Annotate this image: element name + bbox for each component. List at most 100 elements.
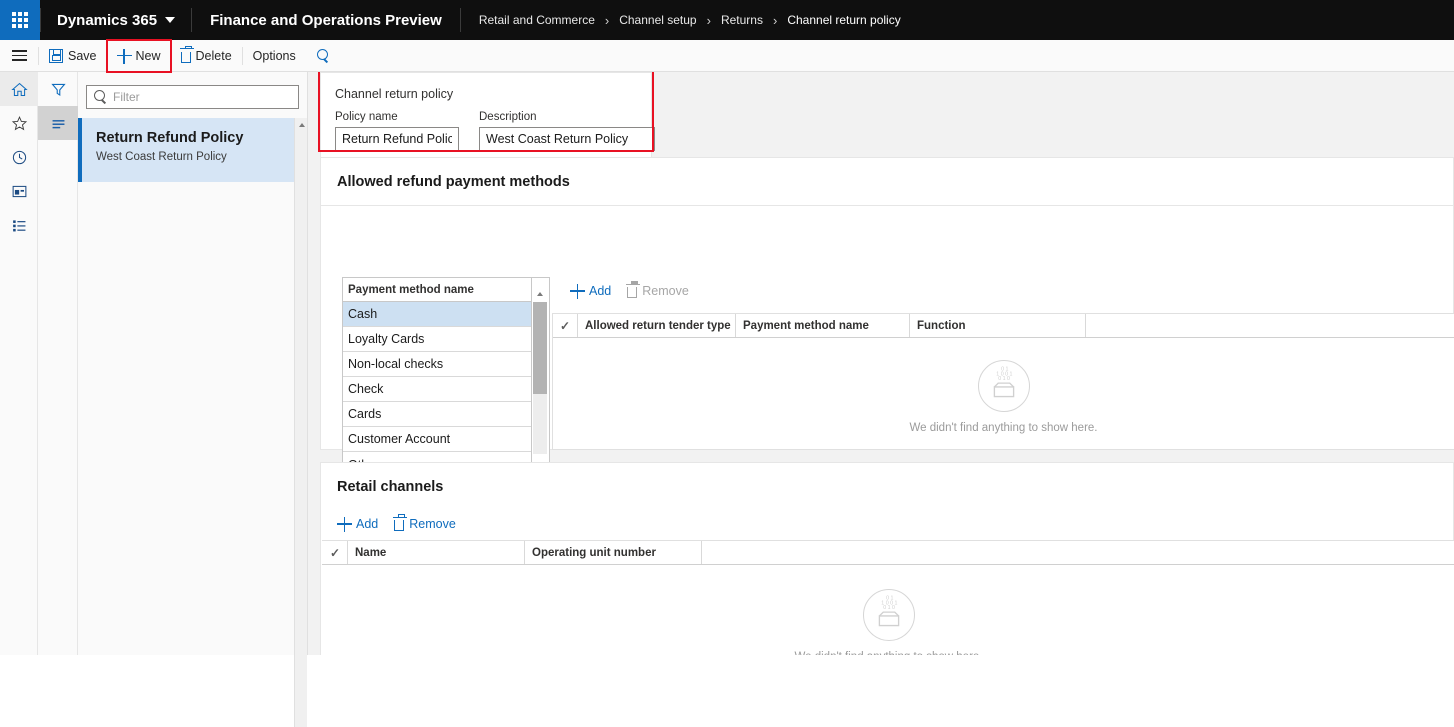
save-button-label: Save	[68, 48, 97, 63]
picker-row[interactable]: Non-local checks	[343, 352, 531, 377]
channels-card-title: Retail channels	[337, 479, 444, 495]
grid-select-all-header[interactable]: ✓	[323, 541, 348, 564]
top-navigation-bar: Dynamics 365 Finance and Operations Prev…	[0, 0, 1454, 40]
policy-name-input[interactable]	[335, 127, 459, 151]
channels-grid-toolbar: Add Remove	[331, 514, 462, 534]
list-tools-rail	[38, 72, 78, 655]
grid-header-row: ✓ Allowed return tender type Payment met…	[553, 314, 1454, 338]
empty-state-icon: 0 1 0 1 0 0 1 0 1	[862, 589, 915, 641]
grid-column-header[interactable]: Function	[910, 314, 1086, 337]
payment-grid-add-label: Add	[589, 284, 612, 298]
payment-grid-toolbar: Add Remove	[564, 281, 695, 301]
policy-name-field-group: Policy name	[335, 111, 459, 151]
channels-grid-remove-label: Remove	[409, 517, 456, 531]
rail-item-workspaces[interactable]	[0, 174, 38, 208]
payment-grid-remove-label: Remove	[642, 284, 689, 298]
grid-select-all-header[interactable]: ✓	[553, 314, 578, 337]
picker-row[interactable]: Cards	[343, 402, 531, 427]
command-bar: Save New Delete Options	[0, 38, 1454, 73]
new-button-label: New	[135, 48, 161, 63]
filter-box[interactable]	[86, 85, 299, 109]
header-card-fields: Policy name Description	[321, 101, 655, 151]
scroll-up-arrow-icon[interactable]	[295, 118, 308, 131]
list-pane-scrollbar[interactable]	[294, 118, 307, 727]
description-label: Description	[479, 111, 537, 123]
picker-row[interactable]: Loyalty Cards	[343, 327, 531, 352]
plus-icon	[570, 284, 585, 299]
brand-menu-button[interactable]: Dynamics 365	[41, 0, 191, 40]
delete-button-label: Delete	[195, 48, 232, 63]
rail-item-modules[interactable]	[0, 208, 38, 242]
description-field-group: Description	[479, 111, 655, 151]
breadcrumb-separator-icon: ›	[772, 12, 778, 28]
payment-method-picker[interactable]: Payment method name Cash Loyalty Cards N…	[342, 277, 532, 478]
empty-state-text: We didn't find anything to show here.	[909, 422, 1098, 434]
payment-grid-empty-state: 0 1 0 1 0 0 1 0 1 We didn't find anythin…	[553, 360, 1454, 434]
no-data-folder-icon: 0 1 0 1 0 0 1 0 1	[993, 367, 1014, 398]
records-list-pane: Return Refund Policy West Coast Return P…	[78, 72, 308, 727]
breadcrumb-item-1[interactable]: Channel setup	[619, 13, 696, 27]
grid-column-header[interactable]: Operating unit number	[525, 541, 702, 564]
search-icon	[316, 48, 330, 63]
rail-item-recent[interactable]	[0, 140, 38, 174]
policy-name-label: Policy name	[335, 111, 398, 123]
filter-input[interactable]	[113, 90, 292, 104]
hamburger-icon[interactable]	[0, 40, 38, 72]
filter-pane-button[interactable]	[38, 72, 78, 106]
no-data-folder-icon: 0 1 0 1 0 0 1 0 1	[878, 596, 899, 627]
options-button[interactable]: Options	[243, 40, 306, 72]
channel-return-policy-header-card: Channel return policy Policy name Descri…	[320, 72, 655, 159]
options-button-label: Options	[252, 48, 296, 63]
trash-icon	[626, 281, 641, 298]
channels-grid-add-button[interactable]: Add	[331, 514, 384, 534]
picker-scrollbar[interactable]	[532, 277, 550, 477]
breadcrumb-separator-icon: ›	[604, 12, 610, 28]
delete-button[interactable]: Delete	[171, 40, 242, 72]
picker-scroll-track[interactable]	[533, 302, 547, 454]
grid-column-header[interactable]: Name	[348, 541, 525, 564]
picker-row[interactable]: Check	[343, 377, 531, 402]
navigation-rail	[0, 72, 38, 655]
search-icon	[93, 90, 107, 104]
channels-grid-remove-button[interactable]: Remove	[388, 514, 462, 534]
list-lines-icon	[52, 119, 64, 128]
payment-card-title: Allowed refund payment methods	[337, 174, 570, 190]
clock-icon	[12, 150, 26, 164]
scroll-up-arrow-icon[interactable]	[533, 287, 547, 300]
workspace-icon	[12, 185, 26, 197]
svg-text:0 1: 0 1	[1001, 367, 1008, 373]
picker-header: Payment method name	[343, 278, 531, 302]
brand-label: Dynamics 365	[57, 11, 158, 29]
breadcrumb-item-0[interactable]: Retail and Commerce	[479, 13, 595, 27]
search-button[interactable]	[306, 40, 340, 72]
list-view-button[interactable]	[38, 106, 78, 140]
channels-grid-empty-state: 0 1 0 1 0 0 1 0 1 We didn't find anythin…	[322, 589, 1454, 655]
grid-header-row: ✓ Name Operating unit number	[322, 541, 1454, 565]
breadcrumb: Retail and Commerce › Channel setup › Re…	[461, 0, 919, 40]
list-item[interactable]: Return Refund Policy West Coast Return P…	[78, 118, 295, 182]
allowed-tender-types-grid: ✓ Allowed return tender type Payment met…	[552, 313, 1454, 450]
rail-item-favorites[interactable]	[0, 106, 38, 140]
app-launcher-button[interactable]	[0, 0, 40, 40]
grid-column-header[interactable]: Allowed return tender type	[578, 314, 736, 337]
empty-state-text: We didn't find anything to show here.	[322, 651, 1454, 655]
retail-channels-card: Retail channels Add Remove ✓ Name Operat…	[320, 462, 1454, 655]
header-card-title: Channel return policy	[335, 87, 454, 101]
chevron-down-icon	[165, 17, 176, 23]
main-content: Channel return policy Policy name Descri…	[308, 72, 1454, 655]
app-name-label: Finance and Operations Preview	[210, 11, 442, 29]
payment-grid-add-button[interactable]: Add	[564, 281, 617, 301]
new-button[interactable]: New	[105, 38, 172, 73]
grid-column-header[interactable]: Payment method name	[736, 314, 910, 337]
empty-state-icon: 0 1 0 1 0 0 1 0 1	[977, 360, 1030, 412]
rail-item-home[interactable]	[0, 72, 38, 106]
save-icon	[49, 48, 63, 63]
description-input[interactable]	[479, 127, 655, 151]
save-button[interactable]: Save	[39, 40, 107, 72]
breadcrumb-item-2[interactable]: Returns	[721, 13, 763, 27]
picker-row[interactable]: Cash	[343, 302, 531, 327]
checkmark-icon: ✓	[559, 318, 571, 333]
picker-scroll-thumb[interactable]	[533, 302, 547, 394]
picker-row[interactable]: Customer Account	[343, 427, 531, 452]
breadcrumb-item-3[interactable]: Channel return policy	[787, 13, 900, 27]
